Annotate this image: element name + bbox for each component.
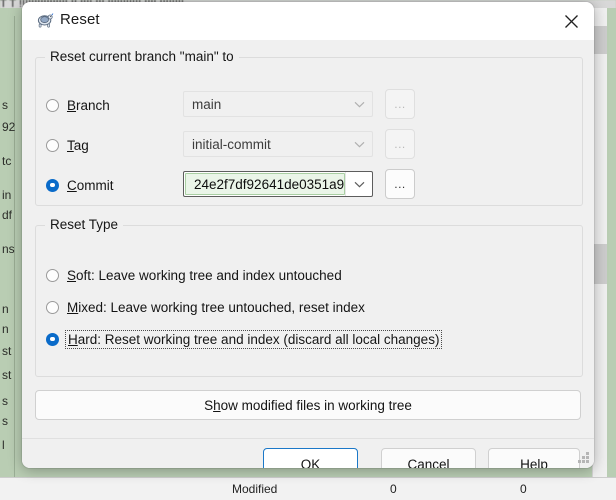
radio-tag[interactable]: Tag <box>46 135 89 155</box>
radio-tag-indicator[interactable] <box>46 138 59 152</box>
radio-commit-indicator[interactable] <box>46 178 59 192</box>
chevron-down-icon[interactable] <box>346 101 372 108</box>
radio-branch-indicator[interactable] <box>46 98 59 112</box>
tag-browse-button[interactable]: ... <box>385 129 415 159</box>
button-bar-separator <box>22 438 594 439</box>
dialog-client-area: Reset current branch "main" to Branch ma… <box>22 40 594 468</box>
background-status-cell-0: Modified <box>232 482 278 496</box>
radio-mixed[interactable]: Mixed: Leave working tree untouched, res… <box>46 297 365 317</box>
tag-combo[interactable]: initial-commit <box>183 131 373 157</box>
radio-mixed-indicator[interactable] <box>46 300 59 314</box>
branch-combo[interactable]: main <box>183 91 373 117</box>
branch-group-title: Reset current branch "main" to <box>45 49 239 64</box>
dialog-titlebar[interactable]: Reset <box>22 2 594 40</box>
help-button[interactable]: Help <box>488 448 580 468</box>
close-button[interactable] <box>549 2 594 40</box>
close-icon <box>565 14 578 28</box>
tag-combo-value: initial-commit <box>192 136 271 152</box>
dialog-title: Reset <box>60 11 100 28</box>
commit-browse-label: ... <box>394 177 406 191</box>
show-modified-files-button[interactable]: Show modified files in working tree <box>35 390 581 420</box>
branch-combo-value: main <box>192 96 222 112</box>
tag-browse-label: ... <box>394 137 406 151</box>
branch-browse-button[interactable]: ... <box>385 89 415 119</box>
ok-button[interactable]: OK <box>263 448 358 468</box>
radio-commit-label: Commit <box>67 177 114 193</box>
background-scrollbar-thumb[interactable] <box>593 26 607 54</box>
radio-hard-indicator[interactable] <box>46 332 59 346</box>
commit-browse-button[interactable]: ... <box>385 169 415 199</box>
chevron-down-icon-3[interactable] <box>345 172 372 196</box>
background-status-cell-2: 0 <box>520 482 527 496</box>
show-modified-files-label: Show modified files in working tree <box>204 397 412 413</box>
radio-hard[interactable]: Hard: Reset working tree and index (disc… <box>46 329 443 349</box>
radio-hard-label: Hard: Reset working tree and index (disc… <box>68 331 440 347</box>
ok-button-label: OK <box>300 456 321 469</box>
radio-branch-label: Branch <box>67 97 110 113</box>
radio-branch[interactable]: Branch <box>46 95 110 115</box>
background-status-row: Modified 0 0 <box>0 477 616 500</box>
tortoisegit-turtle-icon <box>37 13 54 28</box>
reset-type-group-title: Reset Type <box>45 217 124 232</box>
background-scrollbar[interactable] <box>592 8 607 500</box>
branch-browse-label: ... <box>394 97 406 111</box>
chevron-down-icon-2[interactable] <box>346 141 372 148</box>
background-scrollbar-thumb-2[interactable] <box>593 244 607 284</box>
reset-dialog: Reset Reset current branch "main" to Bra… <box>22 2 594 468</box>
radio-hard-focus-ring: Hard: Reset working tree and index (disc… <box>65 329 443 349</box>
resize-grip[interactable] <box>578 452 590 464</box>
cancel-button[interactable]: Cancel <box>381 448 476 468</box>
radio-soft[interactable]: Soft: Leave working tree and index untou… <box>46 265 342 285</box>
radio-commit[interactable]: Commit <box>46 175 114 195</box>
commit-combo-value[interactable]: 24e2f7df92641de0351a96096fb2c490b2436bb8 <box>185 173 345 195</box>
radio-tag-label: Tag <box>67 137 89 153</box>
cancel-button-label: Cancel <box>407 456 450 469</box>
radio-mixed-label: Mixed: Leave working tree untouched, res… <box>67 299 365 315</box>
commit-combo[interactable]: 24e2f7df92641de0351a96096fb2c490b2436bb8 <box>183 171 373 197</box>
radio-soft-indicator[interactable] <box>46 268 59 282</box>
background-status-cell-1: 0 <box>390 482 397 496</box>
radio-soft-label: Soft: Leave working tree and index untou… <box>67 267 342 283</box>
help-button-label: Help <box>520 456 548 469</box>
